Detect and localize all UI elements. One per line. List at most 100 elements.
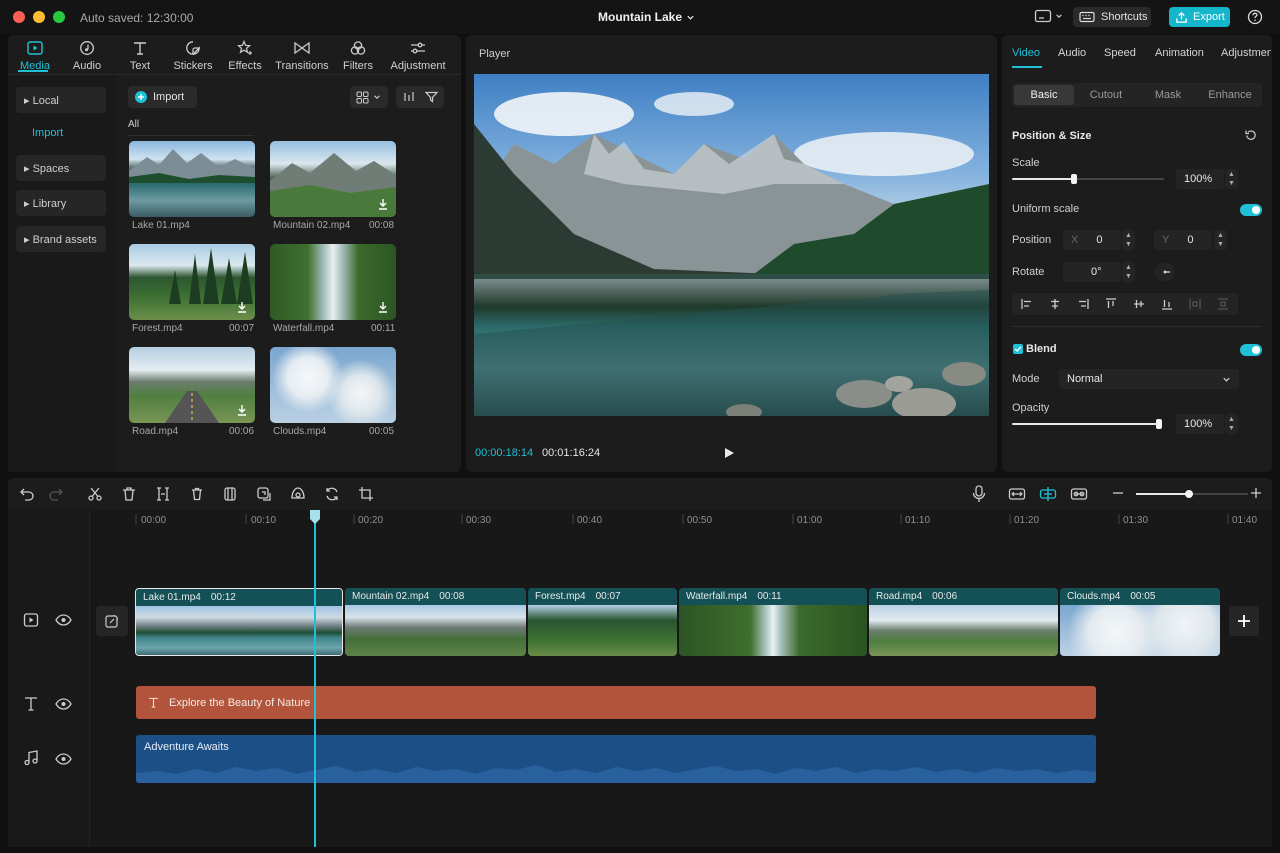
- trim-icon[interactable]: [155, 486, 171, 502]
- sidebar-item-library[interactable]: ▸ Library: [16, 190, 106, 216]
- undo-icon[interactable]: [19, 486, 35, 502]
- project-title-menu[interactable]: Mountain Lake: [598, 10, 695, 24]
- position-y-field[interactable]: Y 0: [1154, 230, 1212, 250]
- play-icon[interactable]: [723, 447, 735, 459]
- sidebar-item-brand-assets[interactable]: ▸ Brand assets: [16, 226, 106, 252]
- layout-menu-button[interactable]: [1034, 8, 1063, 24]
- blend-toggle[interactable]: [1240, 344, 1262, 356]
- tab-effects[interactable]: Effects: [217, 40, 273, 72]
- close-window-button[interactable]: [13, 11, 25, 23]
- distribute-vertical-icon[interactable]: [1217, 298, 1229, 310]
- tab-filters[interactable]: Filters: [330, 40, 386, 72]
- media-item-thumbnail[interactable]: [129, 141, 255, 217]
- download-icon[interactable]: [377, 301, 389, 313]
- rotate-dial[interactable]: [1155, 263, 1175, 281]
- eye-icon[interactable]: [55, 698, 72, 710]
- position-x-stepper[interactable]: ▲ ▼: [1122, 230, 1135, 250]
- distribute-horizontal-icon[interactable]: [1189, 298, 1201, 310]
- help-icon[interactable]: [1247, 9, 1263, 25]
- split-icon[interactable]: [87, 486, 103, 502]
- opacity-value-field[interactable]: 100%: [1176, 414, 1224, 434]
- media-item-thumbnail[interactable]: [129, 347, 255, 423]
- rotate-value-field[interactable]: 0°: [1063, 262, 1121, 282]
- subtab-basic[interactable]: Basic: [1014, 85, 1074, 105]
- tab-audio[interactable]: Audio: [59, 40, 115, 72]
- align-center-icon[interactable]: [1049, 298, 1061, 310]
- microphone-icon[interactable]: [971, 485, 987, 503]
- subtab-mask[interactable]: Mask: [1138, 85, 1198, 105]
- download-icon[interactable]: [377, 198, 389, 210]
- delete-icon[interactable]: [121, 486, 137, 502]
- timeline-video-clip[interactable]: Clouds.mp4 00:05: [1060, 588, 1220, 656]
- position-y-stepper[interactable]: ▲ ▼: [1214, 230, 1227, 250]
- tab-stickers[interactable]: Stickers: [165, 40, 221, 72]
- align-left-icon[interactable]: [1021, 298, 1033, 310]
- eye-icon[interactable]: [55, 614, 72, 626]
- timeline-video-clip[interactable]: Mountain 02.mp4 00:08: [345, 588, 526, 656]
- blend-checkbox[interactable]: [1013, 344, 1023, 354]
- align-bottom-icon[interactable]: [1161, 298, 1173, 310]
- import-button[interactable]: Import: [128, 86, 197, 108]
- maximize-window-button[interactable]: [53, 11, 65, 23]
- minimize-window-button[interactable]: [33, 11, 45, 23]
- timeline-ruler[interactable]: 00:00 00:10 00:20 00:30 00:40 00:50 01:0…: [90, 510, 1272, 532]
- media-item-thumbnail[interactable]: [270, 347, 396, 423]
- filter-all-tab[interactable]: All: [128, 119, 139, 130]
- redo-icon[interactable]: [48, 486, 64, 502]
- opacity-slider[interactable]: [1012, 419, 1162, 429]
- tab-media[interactable]: Media: [7, 40, 63, 72]
- filter-icon[interactable]: [425, 91, 438, 103]
- download-icon[interactable]: [236, 301, 248, 313]
- tab-transitions[interactable]: Transitions: [274, 40, 330, 72]
- timeline-audio-clip[interactable]: Adventure Awaits: [136, 735, 1096, 783]
- zoom-slider[interactable]: [1136, 490, 1248, 498]
- timeline-text-clip[interactable]: Explore the Beauty of Nature: [136, 686, 1096, 719]
- video-preview[interactable]: [474, 74, 989, 416]
- media-item-thumbnail[interactable]: [129, 244, 255, 320]
- scale-slider-knob[interactable]: [1071, 174, 1077, 184]
- inspector-tab-video[interactable]: Video: [1012, 47, 1040, 59]
- timeline-video-clip[interactable]: Lake 01.mp4 00:12: [135, 588, 343, 656]
- download-icon[interactable]: [236, 404, 248, 416]
- inspector-tab-adjustment[interactable]: Adjustmen: [1221, 47, 1271, 59]
- scale-slider[interactable]: [1012, 174, 1164, 184]
- playhead[interactable]: [314, 512, 316, 847]
- subtab-enhance[interactable]: Enhance: [1200, 85, 1260, 105]
- add-clip-button[interactable]: [1229, 606, 1259, 636]
- align-top-icon[interactable]: [1105, 298, 1117, 310]
- align-middle-icon[interactable]: [1133, 298, 1145, 310]
- crop-icon[interactable]: [358, 486, 374, 502]
- rotate-stepper[interactable]: ▲ ▼: [1122, 262, 1135, 282]
- eye-icon[interactable]: [55, 753, 72, 765]
- subtab-cutout[interactable]: Cutout: [1076, 85, 1136, 105]
- cover-button[interactable]: [96, 606, 128, 636]
- opacity-stepper[interactable]: ▲ ▼: [1225, 414, 1238, 434]
- scale-value-field[interactable]: 100%: [1176, 169, 1224, 189]
- position-x-field[interactable]: X 0: [1063, 230, 1121, 250]
- mask-icon[interactable]: [290, 486, 306, 502]
- reset-icon[interactable]: [1245, 129, 1257, 141]
- align-right-icon[interactable]: [1077, 298, 1089, 310]
- blend-mode-select[interactable]: Normal: [1059, 369, 1239, 389]
- link-icon[interactable]: [1070, 486, 1088, 502]
- sidebar-item-import[interactable]: Import: [32, 127, 63, 139]
- rotate-loop-icon[interactable]: [324, 486, 340, 502]
- inspector-tab-audio[interactable]: Audio: [1058, 47, 1086, 59]
- timeline-video-clip[interactable]: Waterfall.mp4 00:11: [679, 588, 867, 656]
- zoom-in-icon[interactable]: [1250, 487, 1262, 499]
- tab-adjustment[interactable]: Adjustment: [388, 40, 448, 72]
- opacity-slider-knob[interactable]: [1156, 419, 1162, 429]
- view-mode-button[interactable]: [350, 86, 388, 108]
- media-item-thumbnail[interactable]: [270, 141, 396, 217]
- delete-clip-icon[interactable]: [189, 486, 205, 502]
- sort-icon[interactable]: [403, 91, 415, 103]
- replace-clip-icon[interactable]: [256, 486, 272, 502]
- scale-stepper[interactable]: ▲ ▼: [1225, 169, 1238, 189]
- export-button[interactable]: Export: [1169, 7, 1230, 27]
- main-track-icon[interactable]: [1008, 486, 1026, 502]
- timeline-video-clip[interactable]: Forest.mp4 00:07: [528, 588, 677, 656]
- media-item-thumbnail[interactable]: [270, 244, 396, 320]
- sidebar-item-spaces[interactable]: ▸ Spaces: [16, 155, 106, 181]
- freeze-frame-icon[interactable]: [222, 486, 238, 502]
- inspector-tab-speed[interactable]: Speed: [1104, 47, 1136, 59]
